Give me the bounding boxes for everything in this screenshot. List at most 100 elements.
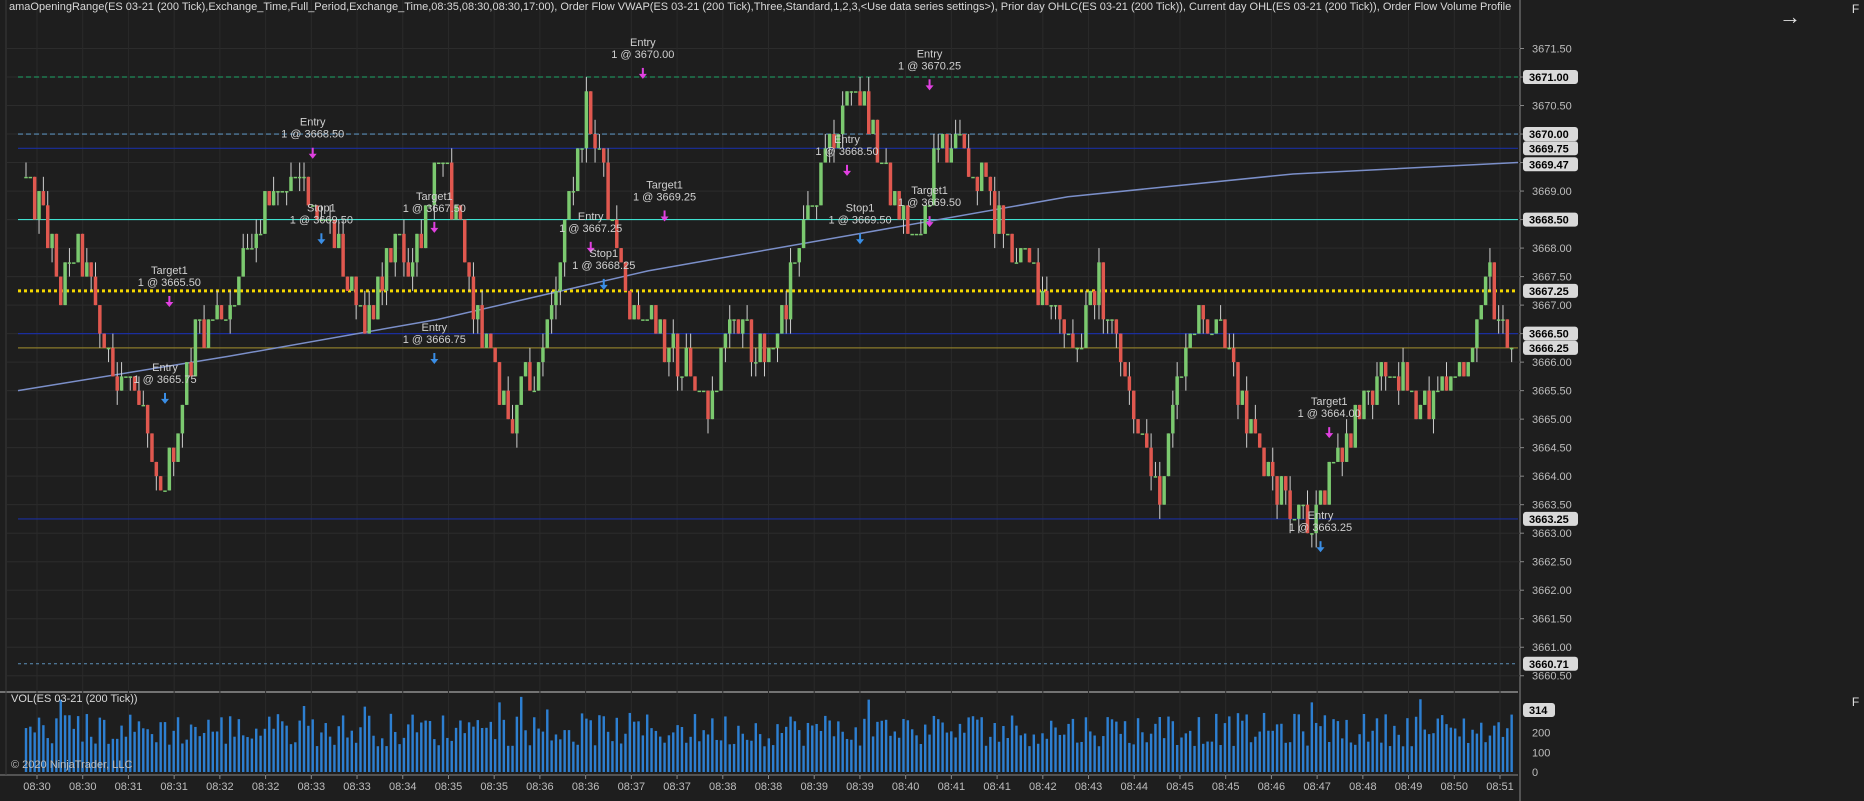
price-level-tag-label: 3660.71 bbox=[1529, 659, 1569, 671]
candle-body bbox=[380, 276, 384, 291]
candle-body bbox=[597, 148, 602, 150]
candle-body bbox=[202, 319, 206, 348]
candle-body bbox=[1045, 290, 1049, 306]
time-tick-label: 08:38 bbox=[709, 781, 737, 793]
candle-body bbox=[1079, 347, 1084, 350]
candle-body bbox=[154, 461, 159, 477]
candle-body bbox=[237, 276, 241, 306]
candle-body bbox=[1349, 433, 1353, 448]
scroll-right-icon[interactable]: → bbox=[1779, 4, 1801, 30]
candle-body bbox=[171, 447, 176, 462]
price-level-tag-label: 3668.50 bbox=[1529, 215, 1569, 227]
candle-body bbox=[1344, 433, 1349, 462]
candle-body bbox=[1297, 504, 1301, 519]
candle-body bbox=[50, 233, 54, 249]
candle-body bbox=[384, 248, 389, 291]
price-tick-label: 3669.00 bbox=[1532, 186, 1572, 198]
candle-body bbox=[958, 134, 962, 136]
candle-body bbox=[549, 305, 554, 320]
candle-body bbox=[949, 148, 954, 163]
candle-body bbox=[784, 305, 788, 320]
time-tick-label: 08:36 bbox=[572, 781, 600, 793]
price-tick-label: 3663.00 bbox=[1532, 528, 1572, 540]
time-tick-label: 08:40 bbox=[892, 781, 920, 793]
candle-body bbox=[1431, 390, 1436, 420]
price-tick-label: 3662.00 bbox=[1532, 585, 1572, 597]
candle-body bbox=[85, 262, 89, 277]
candle-body bbox=[467, 262, 471, 277]
annotation-detail: 1 @ 3668.25 bbox=[572, 260, 635, 272]
candle-body bbox=[1240, 390, 1245, 405]
candle-body bbox=[971, 176, 975, 179]
candle-body bbox=[341, 233, 345, 277]
candle-body bbox=[267, 191, 272, 206]
candle-body bbox=[1218, 319, 1223, 321]
candle-body bbox=[767, 347, 771, 363]
candle-body bbox=[1066, 333, 1071, 336]
annotation-label: Target1 bbox=[911, 185, 948, 197]
candle-body bbox=[228, 305, 232, 320]
time-tick-label: 08:45 bbox=[1166, 781, 1194, 793]
candle-body bbox=[415, 233, 419, 263]
candle-body bbox=[953, 134, 958, 149]
volume-tick-label: 100 bbox=[1532, 747, 1550, 759]
annotation-detail: 1 @ 3670.00 bbox=[611, 49, 674, 61]
candle-body bbox=[1270, 461, 1275, 477]
candle-body bbox=[1231, 347, 1236, 363]
candle-body bbox=[628, 290, 632, 320]
price-chart[interactable]: Target11 @ 3665.50Entry1 @ 3665.75Entry1… bbox=[0, 0, 1864, 801]
candle-body bbox=[215, 305, 219, 320]
candle-body bbox=[641, 319, 645, 321]
candle-body bbox=[45, 205, 50, 249]
candle-body bbox=[732, 319, 736, 321]
candle-body bbox=[636, 305, 641, 320]
candle-body bbox=[536, 362, 541, 391]
price-tick-label: 3668.00 bbox=[1532, 243, 1572, 255]
candle-body bbox=[975, 176, 980, 192]
candle-body bbox=[1492, 262, 1497, 320]
candle-body bbox=[1488, 262, 1492, 277]
annotation-detail: 1 @ 3667.25 bbox=[559, 223, 622, 235]
candle-body bbox=[284, 191, 289, 193]
candle-body bbox=[1453, 376, 1457, 378]
candle-body bbox=[545, 319, 550, 348]
candle-body bbox=[1396, 376, 1401, 391]
candle-body bbox=[1362, 390, 1366, 420]
price-panel-f-button[interactable]: F bbox=[1849, 2, 1862, 16]
candle-body bbox=[119, 376, 124, 391]
candle-body bbox=[158, 476, 163, 491]
annotation-label: Entry bbox=[1308, 510, 1334, 522]
candle-body bbox=[840, 105, 845, 135]
time-tick-label: 08:33 bbox=[298, 781, 326, 793]
candle-body bbox=[1136, 419, 1140, 434]
candle-body bbox=[32, 176, 37, 220]
candle-body bbox=[1483, 276, 1488, 306]
candle-body bbox=[1379, 362, 1384, 377]
candle-body bbox=[1401, 362, 1405, 391]
volume-panel-f-button[interactable]: F bbox=[1849, 695, 1862, 709]
candle-body bbox=[102, 333, 106, 348]
candle-body bbox=[150, 433, 154, 462]
candle-body bbox=[306, 176, 311, 206]
annotation-detail: 1 @ 3669.25 bbox=[633, 191, 696, 203]
candle-body bbox=[1110, 319, 1114, 321]
candle-body bbox=[714, 390, 719, 393]
candle-body bbox=[1071, 333, 1075, 348]
candle-body bbox=[1010, 233, 1014, 263]
candle-body bbox=[1427, 390, 1431, 420]
candle-body bbox=[211, 319, 215, 321]
candle-body bbox=[1175, 376, 1179, 405]
time-tick-label: 08:44 bbox=[1120, 781, 1148, 793]
candle-body bbox=[871, 119, 875, 135]
candle-body bbox=[1336, 447, 1340, 462]
candle-body bbox=[1340, 447, 1344, 462]
annotation-detail: 1 @ 3663.25 bbox=[1289, 522, 1352, 534]
candle-body bbox=[1405, 362, 1410, 391]
annotation-detail: 1 @ 3668.50 bbox=[281, 129, 344, 141]
candle-body bbox=[72, 262, 76, 264]
candle-body bbox=[1205, 319, 1210, 334]
candle-body bbox=[1366, 390, 1371, 393]
time-tick-label: 08:46 bbox=[1258, 781, 1286, 793]
price-tick-label: 3666.00 bbox=[1532, 357, 1572, 369]
candle-body bbox=[345, 276, 350, 291]
